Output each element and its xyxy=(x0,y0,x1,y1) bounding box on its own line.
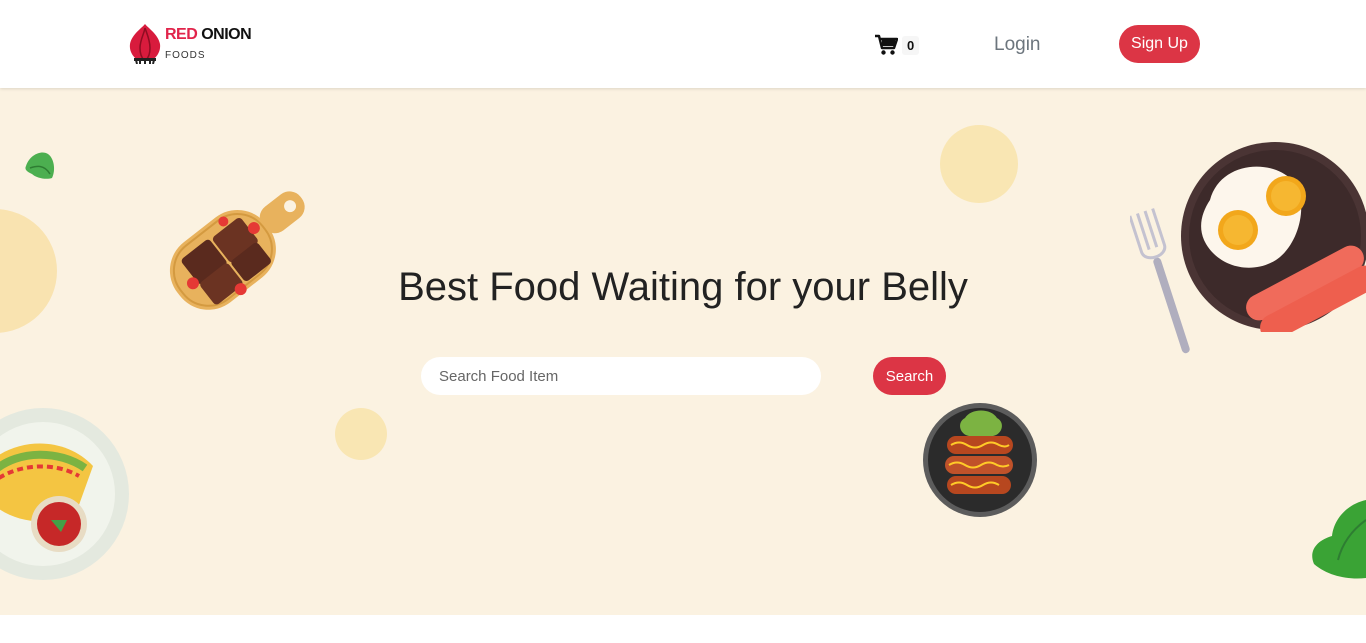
sausage-plate-icon xyxy=(923,403,1037,517)
search-button[interactable]: Search xyxy=(873,357,946,395)
brand-name: RED ONION xyxy=(165,26,252,44)
red-onion-icon xyxy=(129,24,161,64)
shopping-cart-icon xyxy=(875,34,898,55)
cart-button[interactable]: 0 xyxy=(874,34,920,56)
cart-count-badge: 0 xyxy=(902,35,920,55)
navbar: RED ONION FOODS 0 Login Sign Up xyxy=(0,0,1366,88)
search-input[interactable] xyxy=(421,357,821,395)
page-footer-area xyxy=(0,615,1366,643)
login-link[interactable]: Login xyxy=(994,34,1041,56)
hero-section: Best Food Waiting for your Belly Search xyxy=(0,88,1366,615)
signup-button[interactable]: Sign Up xyxy=(1119,25,1200,63)
taco-plate-icon xyxy=(0,408,129,580)
decorative-circle xyxy=(940,125,1018,203)
leaf-icon xyxy=(25,152,55,179)
leaf-icon xyxy=(1312,500,1366,579)
decorative-circle xyxy=(335,408,387,460)
breakfast-plate-icon xyxy=(1181,142,1366,332)
brand-subtitle: FOODS xyxy=(165,50,206,61)
brand-name-black: ONION xyxy=(201,26,252,43)
brand-name-red: RED xyxy=(165,26,198,43)
brand-logo[interactable]: RED ONION FOODS xyxy=(128,22,258,66)
